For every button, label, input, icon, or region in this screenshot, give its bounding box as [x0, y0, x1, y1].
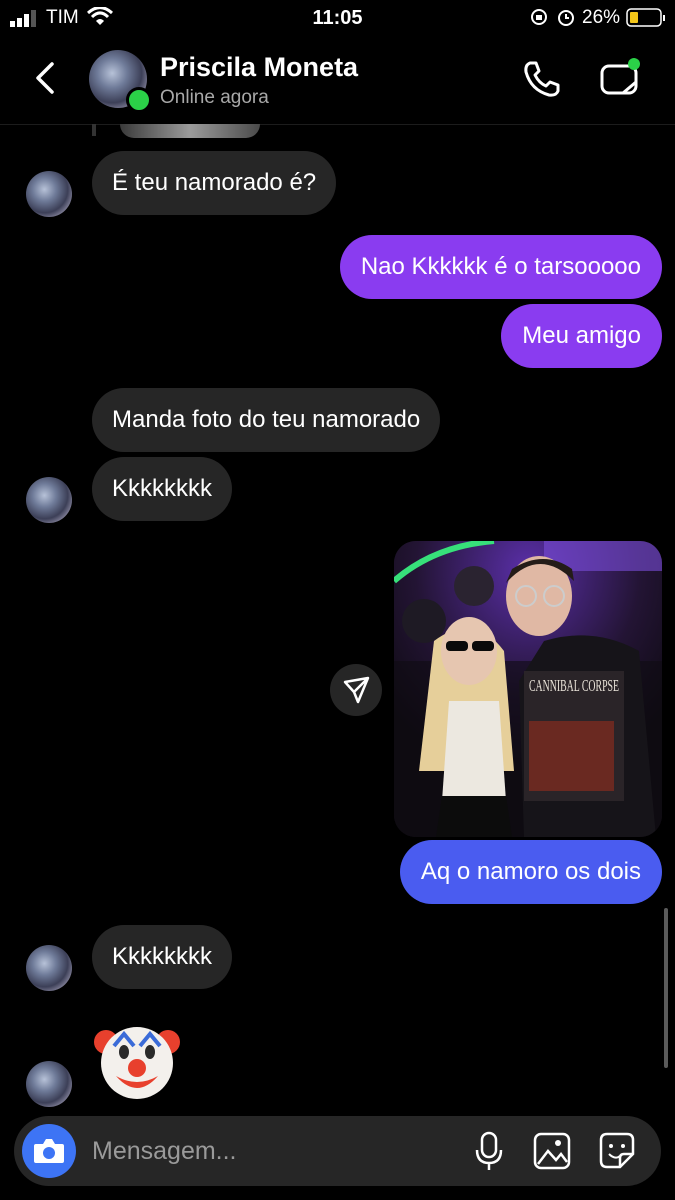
message-outgoing[interactable]: Meu amigo	[501, 304, 662, 368]
sender-avatar[interactable]	[26, 945, 72, 991]
orientation-lock-icon	[531, 9, 547, 25]
sender-avatar[interactable]	[26, 477, 72, 523]
message-incoming[interactable]: Kkkkkkkk	[92, 457, 233, 521]
status-bar: TIM 11:05 26%	[0, 0, 675, 36]
phone-icon[interactable]	[521, 58, 563, 100]
contact-name[interactable]: Priscila Moneta	[160, 52, 358, 83]
camera-icon	[34, 1139, 64, 1163]
video-call-indicator	[628, 58, 640, 70]
sender-avatar[interactable]	[26, 1061, 72, 1107]
photo-message[interactable]: CANNIBAL CORPSE	[394, 541, 662, 837]
sticker-icon[interactable]	[596, 1130, 638, 1172]
couple-photo: CANNIBAL CORPSE	[394, 541, 662, 837]
share-icon	[343, 676, 370, 704]
online-indicator	[126, 87, 152, 113]
alarm-icon	[558, 10, 574, 26]
scrollbar[interactable]	[664, 908, 668, 1068]
gallery-icon[interactable]	[532, 1131, 572, 1171]
previous-media-bottom[interactable]	[120, 124, 260, 138]
contact-status: Online agora	[160, 87, 269, 108]
share-button[interactable]	[330, 664, 382, 716]
battery-icon	[626, 8, 665, 27]
message-outgoing[interactable]: Nao Kkkkkk é o tarsooooo	[339, 235, 662, 299]
camera-button[interactable]	[22, 1124, 76, 1178]
battery-percent: 26%	[582, 7, 621, 28]
back-icon[interactable]	[30, 58, 66, 98]
message-incoming[interactable]: É teu namorado é?	[92, 151, 337, 215]
message-input[interactable]: Mensagem...	[92, 1137, 237, 1166]
message-incoming[interactable]: Manda foto do teu namorado	[92, 388, 441, 452]
shirt-text: CANNIBAL CORPSE	[529, 676, 619, 695]
microphone-icon[interactable]	[472, 1130, 506, 1172]
chat-header: Priscila Moneta Online agora	[0, 36, 675, 125]
sender-avatar[interactable]	[26, 171, 72, 217]
previous-media-edge	[92, 124, 96, 136]
message-outgoing[interactable]: Aq o namoro os dois	[399, 840, 662, 904]
clown-face-icon[interactable]	[94, 1018, 180, 1104]
message-incoming[interactable]: Kkkkkkkk	[92, 925, 233, 989]
